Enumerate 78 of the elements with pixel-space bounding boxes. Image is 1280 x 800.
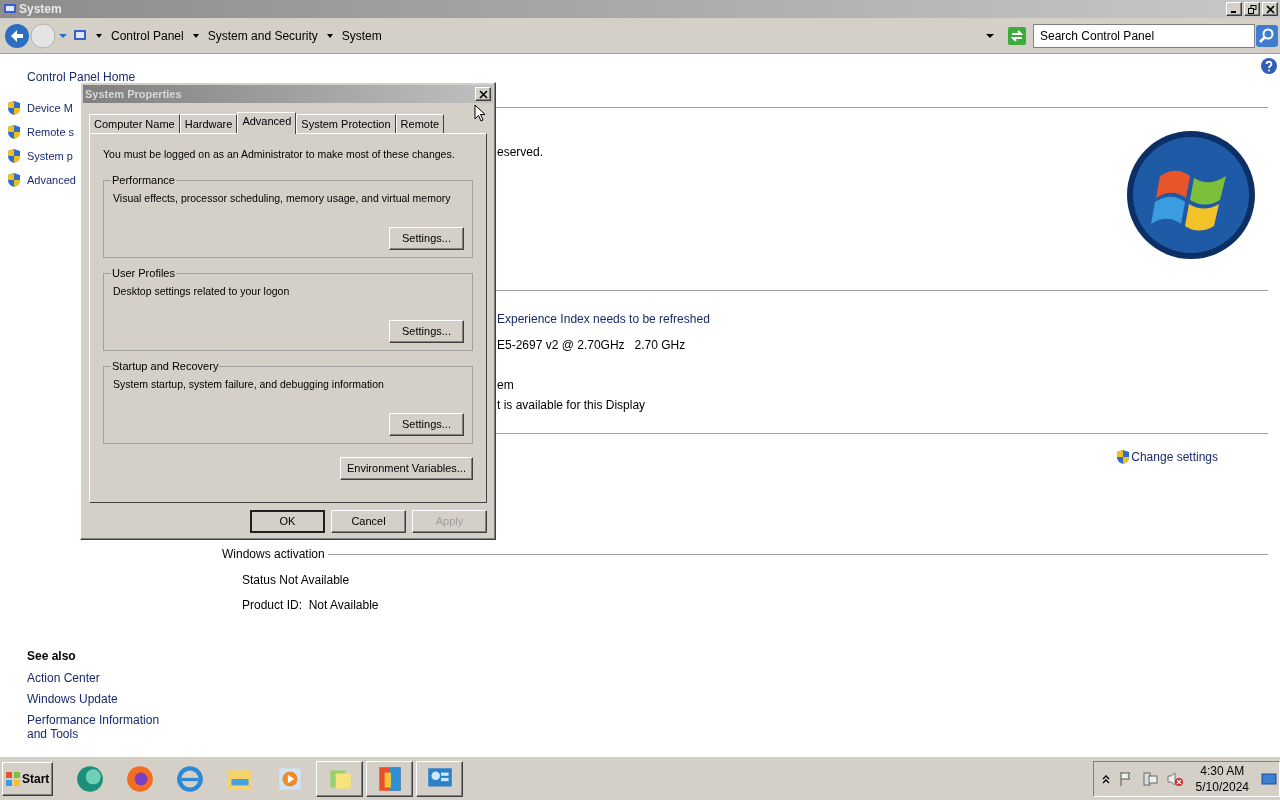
app-icon: [174, 763, 205, 794]
dialog-title: System Properties: [85, 86, 182, 102]
network-icon[interactable]: [1141, 770, 1158, 787]
refresh-icon[interactable]: [1007, 25, 1027, 46]
chevron-icon[interactable]: [191, 32, 200, 39]
taskbar-app[interactable]: [316, 760, 363, 797]
settings-button[interactable]: Settings...: [389, 226, 464, 250]
see-also-title: See also: [27, 648, 77, 665]
dialog-tab[interactable]: Advanced: [237, 112, 297, 134]
info-text: eserved.: [497, 144, 544, 161]
speaker-muted-icon[interactable]: [1165, 770, 1184, 787]
sidebar-link[interactable]: Control Panel Home: [27, 68, 222, 86]
close-button[interactable]: [1262, 2, 1278, 16]
close-icon: [1265, 4, 1275, 14]
see-also-link[interactable]: Performance Information and Tools: [27, 713, 177, 741]
group-description: Visual effects, processor scheduling, memory usage, and virtual memory: [113, 190, 452, 206]
settings-button[interactable]: Settings...: [389, 412, 464, 436]
section-title: Windows activation: [222, 546, 325, 563]
chevron-up-icon[interactable]: [1101, 773, 1110, 784]
show-desktop-icon[interactable]: [1261, 771, 1277, 786]
address-field[interactable]: Control Panel System and Security System: [71, 23, 1007, 48]
restore-button[interactable]: [1244, 2, 1260, 16]
windows-flag-icon: [5, 770, 21, 787]
settings-button[interactable]: Settings...: [389, 319, 464, 343]
breadcrumb-item[interactable]: Control Panel: [111, 26, 184, 45]
start-button[interactable]: Start: [2, 761, 53, 796]
group-description: System startup, system failure, and debugging information: [113, 376, 385, 392]
shield-icon: [1115, 449, 1132, 465]
environment-variables-button[interactable]: Environment Variables...: [339, 456, 473, 480]
computer-icon: [3, 2, 17, 16]
chevron-icon[interactable]: [325, 32, 334, 39]
see-also-link[interactable]: Action Center: [27, 671, 177, 685]
mouse-cursor-icon: [474, 104, 486, 123]
see-also-link[interactable]: Windows Update: [27, 692, 177, 706]
dropdown-icon[interactable]: [985, 32, 995, 39]
flag-icon[interactable]: [1117, 770, 1134, 787]
clock-date: 5/10/2024: [1195, 778, 1249, 795]
shield-icon: [6, 100, 22, 116]
chevron-icon[interactable]: [95, 32, 103, 39]
close-button[interactable]: [475, 87, 491, 101]
minimize-button[interactable]: [1226, 2, 1242, 16]
shield-icon: [6, 172, 22, 188]
shield-icon: [6, 148, 22, 164]
computer-icon: [73, 28, 87, 43]
dialog-tab[interactable]: Computer Name: [89, 114, 180, 133]
restore-icon: [1247, 4, 1257, 14]
info-link[interactable]: Experience Index needs to be refreshed: [497, 310, 1268, 324]
info-text: E5-2697 v2 @ 2.70GHz 2.70 GHz: [497, 337, 687, 350]
search-icon[interactable]: [1256, 24, 1278, 47]
sidebar-link[interactable]: System p: [27, 147, 73, 165]
dialog-tab[interactable]: Remote: [395, 114, 445, 133]
app-icon: [74, 763, 105, 794]
taskbar-app[interactable]: [416, 760, 463, 797]
info-text: em: [497, 377, 515, 390]
shield-icon: [6, 124, 22, 140]
help-icon[interactable]: [1260, 57, 1278, 75]
sidebar-link[interactable]: Device M: [27, 99, 73, 117]
breadcrumb-item[interactable]: System and Security: [207, 26, 318, 45]
sidebar-link[interactable]: Remote s: [27, 123, 75, 141]
app-icon: [124, 763, 155, 794]
activation-status: Status Not Available: [242, 572, 351, 589]
window-title: System: [19, 1, 62, 18]
dialog-tab[interactable]: System Protection: [296, 114, 396, 133]
notice-text: You must be logged on as an Administrator to make most of these changes.: [103, 147, 456, 162]
search-field[interactable]: Search Control Panel: [1033, 23, 1255, 48]
taskbar-app[interactable]: [366, 760, 413, 797]
dialog-button[interactable]: Cancel: [331, 510, 406, 533]
change-settings-link[interactable]: Change settings: [1131, 448, 1218, 466]
dialog-button[interactable]: OK: [250, 510, 325, 533]
info-text: t is available for this Display: [497, 397, 647, 410]
sidebar-link[interactable]: Advanced: [27, 171, 76, 189]
back-icon[interactable]: [4, 22, 30, 49]
product-id: Product ID: Not Available: [242, 597, 380, 614]
close-icon: [478, 89, 488, 99]
dialog-tab[interactable]: Hardware: [179, 114, 238, 133]
clock-time: 4:30 AM: [1200, 762, 1245, 779]
breadcrumb-item[interactable]: System: [341, 26, 382, 45]
group-description: Desktop settings related to your logon: [113, 283, 291, 299]
